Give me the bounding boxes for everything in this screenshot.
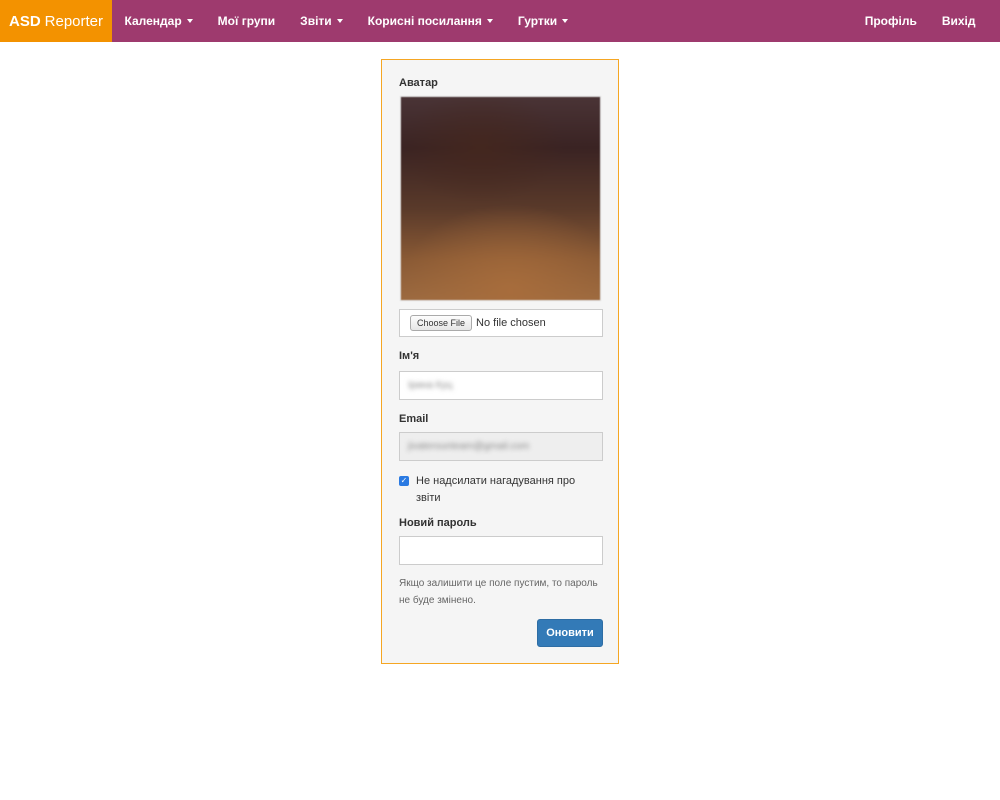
nav-item-label: Вихід (941, 14, 976, 28)
nav-item-logout[interactable]: Вихід (929, 0, 988, 42)
name-value: Ірина Куц (408, 380, 453, 391)
update-button[interactable]: Оновити (537, 619, 603, 647)
top-navbar: ASD Reporter Календар Мої групи Звіти Ко… (0, 0, 1000, 42)
nav-item-calendar[interactable]: Календар (112, 0, 205, 42)
name-field[interactable]: Ірина Куц (399, 371, 603, 400)
nav-item-label: Гуртки (517, 14, 558, 28)
brand-regular: Reporter (44, 12, 104, 30)
profile-form-card: Аватар Choose File No file chosen Ім'я І… (381, 59, 619, 664)
file-status: No file chosen (476, 317, 546, 329)
nav-item-label: Мої групи (217, 14, 276, 28)
password-help-text: Якщо залишити це поле пустим, то пароль … (399, 578, 598, 606)
email-value: jivaterounteam@gmail.com (408, 441, 530, 452)
brand-bold: ASD (8, 12, 41, 30)
caret-down-icon (486, 19, 493, 23)
avatar-file-input[interactable]: Choose File No file chosen (399, 309, 603, 337)
brand-logo[interactable]: ASD Reporter (0, 0, 112, 42)
nav-item-label: Корисні посилання (367, 14, 482, 28)
email-label: Email (399, 413, 429, 425)
caret-down-icon (186, 19, 193, 23)
nav-item-label: Звіти (300, 14, 332, 28)
email-field[interactable]: jivaterounteam@gmail.com (399, 432, 603, 461)
nav-item-label: Календар (124, 14, 182, 28)
new-password-label: Новий пароль (399, 517, 477, 529)
name-label: Ім'я (399, 350, 420, 362)
reminder-checkbox-label: Не надсилати нагадування про звіти (416, 475, 576, 504)
nav-item-reports[interactable]: Звіти (288, 0, 355, 42)
nav-item-my-groups[interactable]: Мої групи (205, 0, 288, 42)
nav-left: Календар Мої групи Звіти Корисні посилан… (112, 0, 581, 42)
nav-item-clubs[interactable]: Гуртки (505, 0, 580, 42)
nav-item-useful-links[interactable]: Корисні посилання (355, 0, 505, 42)
choose-file-button[interactable]: Choose File (410, 315, 473, 331)
reminder-checkbox-row[interactable]: ✓ Не надсилати нагадування про звіти (399, 473, 596, 507)
nav-right: Профіль Вихід (852, 0, 1000, 42)
caret-down-icon (336, 19, 343, 23)
new-password-field[interactable] (399, 536, 603, 565)
avatar-label: Аватар (399, 77, 438, 89)
avatar-image (400, 96, 601, 301)
nav-item-label: Профіль (864, 14, 917, 28)
reminder-checkbox[interactable]: ✓ (399, 476, 409, 486)
nav-item-profile[interactable]: Профіль (852, 0, 929, 42)
caret-down-icon (562, 19, 569, 23)
